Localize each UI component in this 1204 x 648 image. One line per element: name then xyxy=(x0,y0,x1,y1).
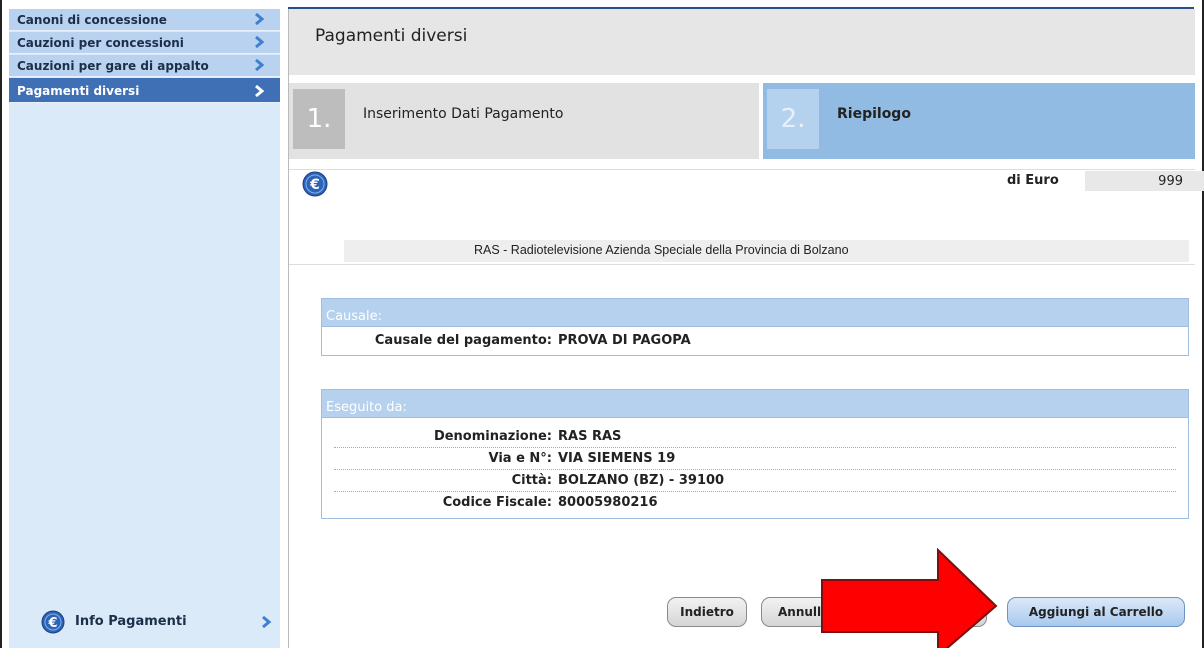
svg-text:€: € xyxy=(309,177,320,193)
divider xyxy=(289,169,1195,170)
amount-field: 999 , 99 xyxy=(1085,171,1204,191)
sidebar-item-label: Cauzioni per gare di appalto xyxy=(17,59,209,73)
step-label: Inserimento Dati Pagamento xyxy=(363,106,564,122)
detail-row: Denominazione: RAS RAS xyxy=(334,426,1176,448)
detail-value: BOLZANO (BZ) - 39100 xyxy=(558,473,725,488)
euro-icon: € xyxy=(41,610,65,634)
step-number: 2. xyxy=(767,89,819,149)
sidebar-item-label: Pagamenti diversi xyxy=(17,84,140,98)
chevron-right-icon xyxy=(255,84,265,98)
amount-integer: 999 xyxy=(1158,174,1183,189)
euro-icon: € xyxy=(302,171,328,197)
annotation-arrow xyxy=(821,548,998,648)
sidebar: Canoni di concessione Cauzioni per conce… xyxy=(9,9,280,648)
chevron-right-icon xyxy=(255,35,265,49)
eseguito-panel: Eseguito da: Denominazione: RAS RAS Via … xyxy=(321,389,1189,519)
panel-title: Eseguito da: xyxy=(326,400,407,415)
detail-key: Denominazione: xyxy=(433,429,552,444)
amount-label: di Euro xyxy=(1007,173,1059,188)
main-content: Pagamenti diversi 1. Inserimento Dati Pa… xyxy=(288,9,1204,648)
causale-panel: Causale: Causale del pagamento: PROVA DI… xyxy=(321,298,1189,356)
sidebar-item-cauzioni-gare[interactable]: Cauzioni per gare di appalto xyxy=(9,55,280,77)
back-button[interactable]: Indietro xyxy=(667,597,747,627)
svg-text:€: € xyxy=(47,616,57,631)
info-pagamenti-label: Info Pagamenti xyxy=(75,614,187,629)
panel-header: Eseguito da: xyxy=(322,390,1188,418)
chevron-right-icon xyxy=(255,12,265,26)
step-inserimento: 1. Inserimento Dati Pagamento xyxy=(289,83,759,159)
detail-row: Città: BOLZANO (BZ) - 39100 xyxy=(334,470,1176,492)
detail-key: Città: xyxy=(511,473,552,488)
info-pagamenti-link[interactable]: € Info Pagamenti xyxy=(41,610,272,634)
add-to-cart-button[interactable]: Aggiungi al Carrello xyxy=(1007,597,1185,627)
detail-key: Codice Fiscale: xyxy=(442,495,552,510)
detail-value: RAS RAS xyxy=(558,429,622,444)
step-riepilogo: 2. Riepilogo xyxy=(763,83,1195,159)
divider xyxy=(289,264,1195,265)
detail-key: Via e N°: xyxy=(488,451,552,466)
detail-value: PROVA DI PAGOPA xyxy=(558,333,691,348)
sidebar-item-label: Cauzioni per concessioni xyxy=(17,36,184,50)
detail-value: 80005980216 xyxy=(558,495,658,510)
panel-header: Causale: xyxy=(322,299,1188,327)
chevron-right-icon xyxy=(262,615,272,629)
sidebar-item-cauzioni-concessioni[interactable]: Cauzioni per concessioni xyxy=(9,32,280,54)
detail-row: Causale del pagamento: PROVA DI PAGOPA xyxy=(322,327,1188,355)
detail-value: VIA SIEMENS 19 xyxy=(558,451,676,466)
panel-title: Causale: xyxy=(326,309,383,324)
step-number: 1. xyxy=(293,89,345,149)
detail-row: Codice Fiscale: 80005980216 xyxy=(334,492,1176,518)
sidebar-item-canoni[interactable]: Canoni di concessione xyxy=(9,9,280,31)
sidebar-item-label: Canoni di concessione xyxy=(17,13,167,27)
page-header: Pagamenti diversi xyxy=(289,9,1195,75)
page-title: Pagamenti diversi xyxy=(315,26,468,46)
chevron-right-icon xyxy=(255,58,265,72)
ente-field: RAS - Radiotelevisione Azienda Speciale … xyxy=(344,240,1189,262)
ente-name: RAS - Radiotelevisione Azienda Speciale … xyxy=(474,243,849,257)
detail-key: Causale del pagamento: xyxy=(374,333,552,348)
sidebar-item-pagamenti-diversi[interactable]: Pagamenti diversi xyxy=(9,78,280,103)
detail-row: Via e N°: VIA SIEMENS 19 xyxy=(334,448,1176,470)
step-label: Riepilogo xyxy=(837,106,911,122)
